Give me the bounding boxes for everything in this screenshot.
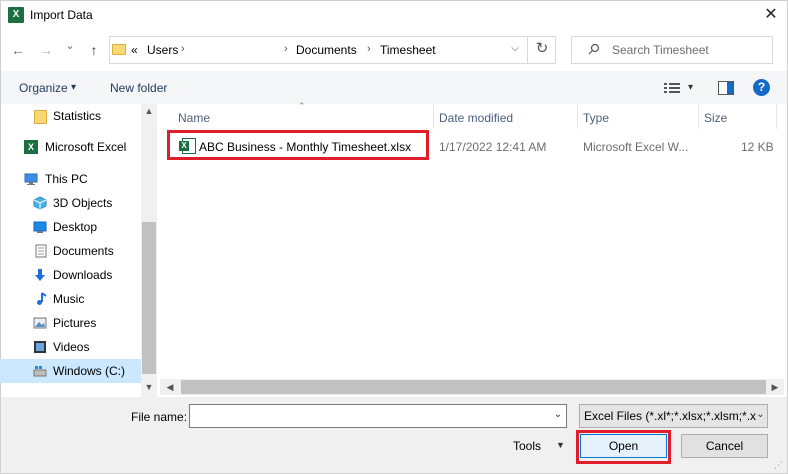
organize-chevron-down-icon[interactable]: ▾ (71, 82, 76, 93)
excel-icon: X (8, 7, 24, 23)
sidebar-item-pictures[interactable]: Pictures (0, 311, 141, 335)
view-chevron-down-icon[interactable]: ▾ (688, 82, 693, 93)
sidebar-item-microsoft-excel[interactable]: X Microsoft Excel (0, 135, 141, 159)
sidebar-item-statistics[interactable]: Statistics (0, 104, 141, 128)
video-icon (34, 341, 46, 353)
sidebar-item-this-pc[interactable]: This PC (0, 167, 141, 191)
folder-icon (112, 44, 126, 55)
excel-icon: X (24, 140, 38, 154)
open-button[interactable]: Open (580, 434, 667, 458)
filter-chevron-down-icon[interactable]: ⌄ (753, 404, 768, 428)
column-header-name[interactable]: Name (178, 111, 210, 125)
sidebar-item-label: Desktop (53, 220, 98, 234)
scroll-down-icon[interactable]: ▼ (142, 382, 156, 392)
tools-chevron-down-icon[interactable]: ▼ (556, 440, 565, 450)
breadcrumb-separator[interactable]: › (181, 43, 185, 55)
sidebar-item-label: 3D Objects (53, 196, 113, 210)
window-title: Import Data (30, 8, 93, 22)
column-divider[interactable] (433, 104, 434, 129)
recent-locations-chevron-icon[interactable]: ⌄ (62, 36, 78, 56)
file-name-input[interactable] (189, 404, 567, 428)
sidebar-item-label: Pictures (53, 316, 97, 330)
scroll-up-icon[interactable]: ▲ (142, 106, 156, 116)
organize-button[interactable]: Organize (19, 81, 68, 95)
sidebar-item-label: Microsoft Excel (45, 140, 127, 154)
xlsx-file-icon (179, 138, 196, 154)
sidebar-item-label: Windows (C:) (53, 364, 126, 378)
sidebar-item-desktop[interactable]: Desktop (0, 215, 141, 239)
sort-ascending-icon: ⌃ (298, 101, 306, 111)
cancel-button[interactable]: Cancel (681, 434, 768, 458)
file-name[interactable]: ABC Business - Monthly Timesheet.xlsx (199, 140, 411, 154)
sidebar-item-label: Documents (53, 244, 114, 258)
breadcrumb-separator[interactable]: › (284, 43, 288, 55)
title-bar (1, 1, 787, 31)
breadcrumb-timesheet[interactable]: Timesheet (380, 43, 436, 57)
folder-icon (34, 110, 47, 124)
desktop-icon (33, 221, 47, 233)
sidebar-item-downloads[interactable]: Downloads (0, 263, 141, 287)
column-header-type[interactable]: Type (583, 111, 609, 125)
sidebar-item-windows-c[interactable]: Windows (C:) (0, 359, 141, 383)
column-divider[interactable] (577, 104, 578, 129)
horizontal-scrollbar-thumb[interactable] (181, 380, 766, 394)
column-header-size[interactable]: Size (704, 111, 727, 125)
sidebar-item-label: Videos (53, 340, 90, 354)
forward-arrow-icon[interactable]: → (36, 40, 56, 60)
resize-grip-icon[interactable]: ⋰ (774, 460, 786, 472)
breadcrumb-documents[interactable]: Documents (296, 43, 357, 57)
download-icon (35, 269, 45, 281)
sidebar-item-label: Music (53, 292, 85, 306)
file-name-label: File name: (131, 410, 188, 424)
search-input[interactable]: Search Timesheet (612, 43, 709, 57)
tools-button[interactable]: Tools (513, 434, 585, 458)
drive-icon (33, 366, 47, 377)
column-divider[interactable] (698, 104, 699, 129)
view-details-icon[interactable] (664, 82, 680, 94)
new-folder-button[interactable]: New folder (110, 81, 167, 95)
file-type: Microsoft Excel W... (583, 140, 689, 154)
breadcrumb-users[interactable]: Users (147, 43, 178, 57)
navigation-scrollbar-thumb[interactable] (142, 222, 156, 374)
computer-icon (24, 173, 38, 185)
scroll-right-icon[interactable]: ▶ (768, 380, 782, 394)
file-date-modified: 1/17/2022 12:41 AM (439, 140, 547, 154)
up-arrow-icon[interactable]: ↑ (84, 40, 104, 60)
sidebar-item-documents[interactable]: Documents (0, 239, 141, 263)
column-divider[interactable] (776, 104, 777, 129)
file-type-filter-select[interactable]: Excel Files (*.xl*;*.xlsx;*.xlsm;*.x (579, 404, 768, 428)
sidebar-item-label: Statistics (53, 109, 102, 123)
file-size: 12 KB (741, 140, 774, 154)
cube-icon (33, 196, 47, 210)
sidebar-item-music[interactable]: Music (0, 287, 141, 311)
document-icon (35, 244, 47, 258)
scroll-left-icon[interactable]: ◀ (163, 380, 177, 394)
breadcrumb-separator[interactable]: › (367, 43, 371, 55)
sidebar-item-videos[interactable]: Videos (0, 335, 141, 359)
sidebar-item-label: Downloads (53, 268, 113, 282)
file-name-chevron-down-icon[interactable]: ⌄ (549, 404, 567, 428)
back-arrow-icon[interactable]: ← (8, 40, 28, 60)
sidebar-item-3d-objects[interactable]: 3D Objects (0, 191, 141, 215)
preview-pane-icon[interactable] (718, 81, 734, 95)
address-overflow[interactable]: « (131, 43, 138, 57)
picture-icon (33, 317, 47, 329)
refresh-icon[interactable]: ↻ (527, 36, 556, 64)
search-icon (588, 43, 600, 55)
address-dropdown-icon[interactable]: ⌵ (505, 36, 525, 64)
help-icon[interactable]: ? (753, 79, 770, 96)
column-header-date-modified[interactable]: Date modified (439, 111, 513, 125)
music-icon (37, 292, 47, 305)
sidebar-item-label: This PC (45, 172, 88, 186)
close-icon[interactable]: ✕ (760, 4, 782, 26)
